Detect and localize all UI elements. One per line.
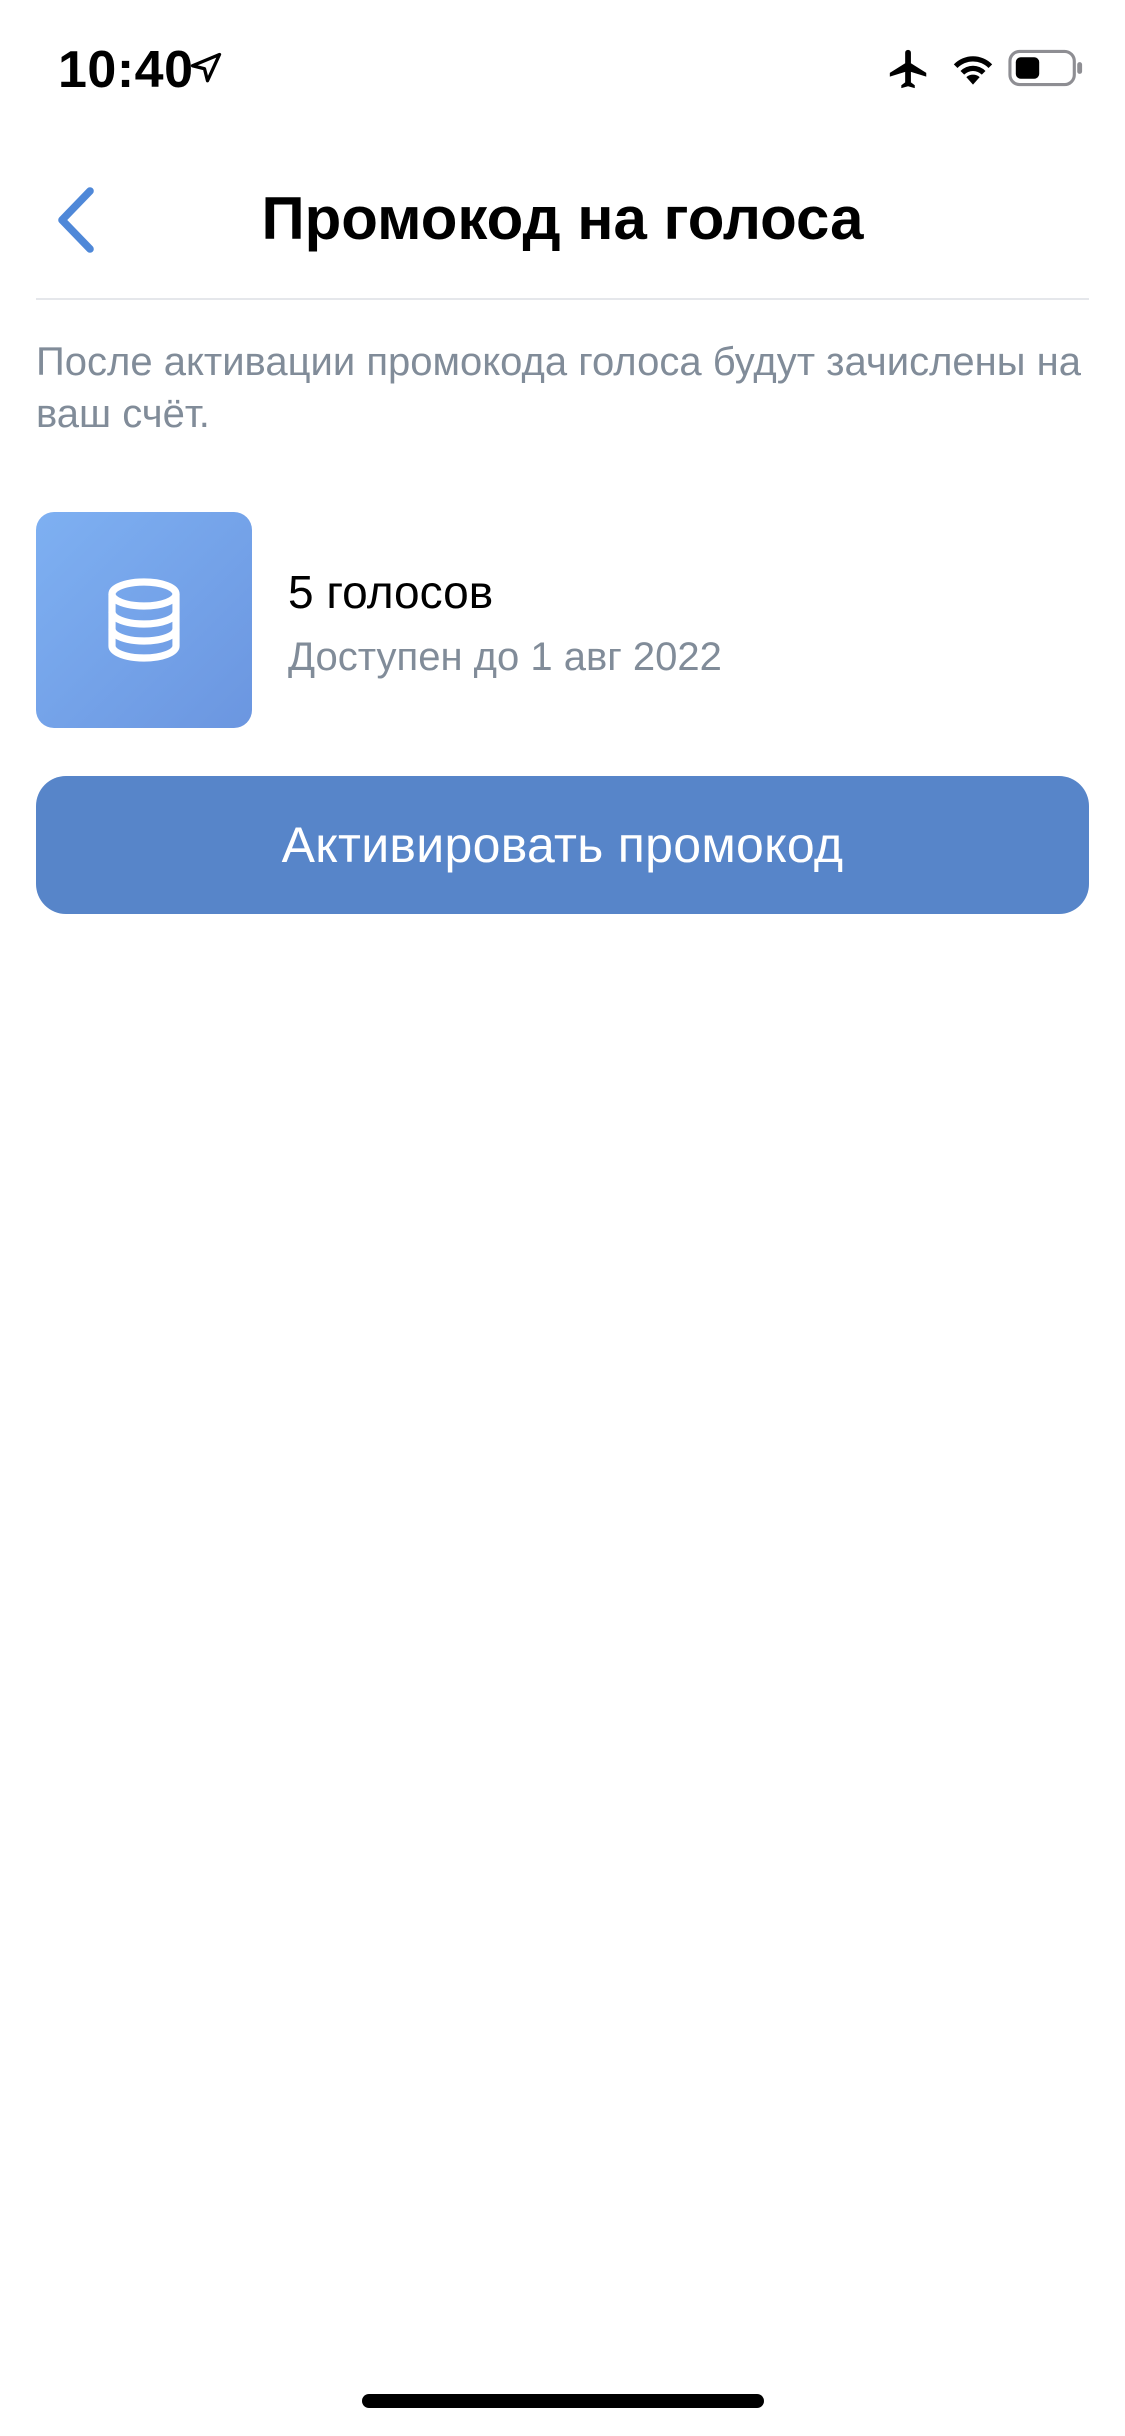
nav-divider: [36, 298, 1089, 300]
description-text: После активации промокода голоса будут з…: [36, 340, 1081, 436]
wifi-icon: [953, 56, 993, 85]
home-indicator[interactable]: [362, 2394, 764, 2408]
coins-stack-icon: [108, 578, 180, 662]
nav-bar: Промокод на голоса: [0, 150, 1125, 300]
status-bar: 10:40: [0, 0, 1125, 140]
airplane-icon: [889, 49, 927, 89]
promo-tile: [36, 512, 252, 728]
chevron-left-icon: [58, 187, 94, 253]
activate-promo-button[interactable]: Активировать промокод: [36, 776, 1089, 914]
status-time: 10:40: [58, 41, 194, 99]
location-arrow-icon: [190, 52, 222, 83]
page-title: Промокод на голоса: [261, 185, 864, 252]
promo-title: 5 голосов: [288, 566, 494, 618]
promo-expiry: Доступен до 1 авг 2022: [288, 635, 722, 679]
promo-card: 5 голосов Доступен до 1 авг 2022: [36, 512, 1089, 728]
back-button[interactable]: [30, 170, 120, 270]
battery-icon: [1008, 49, 1083, 87]
screen: 10:40 Промокод на голоса После активации…: [0, 0, 1125, 2436]
